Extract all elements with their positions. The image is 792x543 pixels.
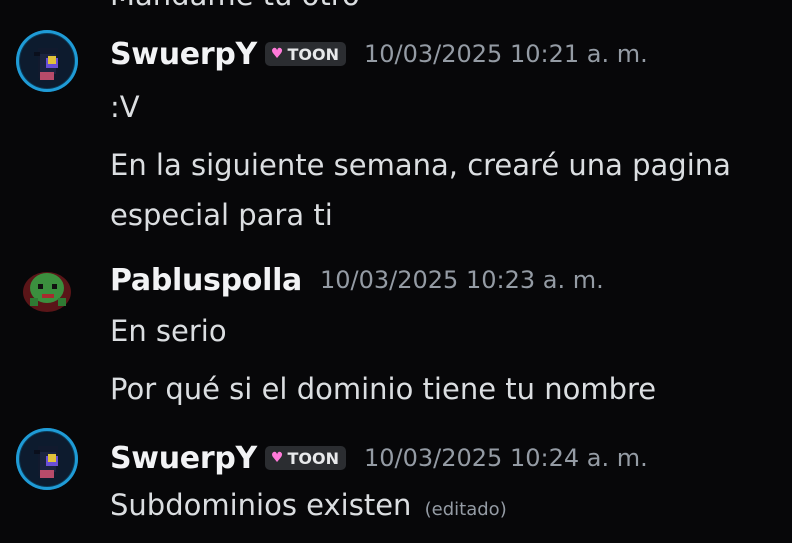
message-text: En serio [110, 314, 227, 348]
timestamp: 10/03/2025 10:23 a. m. [320, 266, 604, 294]
heart-icon: ♥ [270, 46, 284, 62]
avatar[interactable] [16, 30, 78, 92]
chat-messages: Mándame tú otro SwuerpY ♥ TOON 10/03/202… [0, 0, 792, 543]
message-text: :V [110, 90, 140, 124]
username[interactable]: SwuerpY [110, 441, 257, 476]
message-group: Pabluspolla 10/03/2025 10:23 a. m. En se… [0, 258, 792, 408]
message-header: SwuerpY ♥ TOON 10/03/2025 10:24 a. m. [110, 436, 648, 480]
edited-label: (editado) [424, 499, 507, 520]
avatar-image [34, 48, 58, 80]
message-text: Subdominios existen (editado) [110, 488, 507, 522]
clan-tag[interactable]: ♥ TOON [264, 446, 346, 470]
message-text: En la siguiente semana, crearé una pagin… [110, 148, 731, 182]
clan-tag[interactable]: ♥ TOON [264, 42, 346, 66]
message-group: SwuerpY ♥ TOON 10/03/2025 10:21 a. m. :V… [0, 30, 792, 244]
clan-tag-label: TOON [287, 44, 339, 64]
heart-icon: ♥ [270, 450, 284, 466]
avatar-image [34, 446, 58, 478]
message-header: Pabluspolla 10/03/2025 10:23 a. m. [110, 258, 604, 302]
username[interactable]: Pabluspolla [110, 263, 302, 298]
previous-message-text: Mándame tú otro [110, 0, 360, 12]
message-text-content: Subdominios existen [110, 488, 412, 522]
message-text: especial para ti [110, 198, 333, 232]
avatar[interactable] [16, 428, 78, 490]
clan-tag-label: TOON [287, 448, 339, 468]
message-header: SwuerpY ♥ TOON 10/03/2025 10:21 a. m. [110, 32, 648, 76]
message-text: Por qué si el dominio tiene tu nombre [110, 372, 657, 406]
username[interactable]: SwuerpY [110, 37, 257, 72]
timestamp: 10/03/2025 10:21 a. m. [364, 40, 648, 68]
timestamp: 10/03/2025 10:24 a. m. [364, 444, 648, 472]
avatar-image [23, 272, 71, 312]
message-group: SwuerpY ♥ TOON 10/03/2025 10:24 a. m. Su… [0, 428, 792, 536]
avatar[interactable] [16, 258, 78, 320]
